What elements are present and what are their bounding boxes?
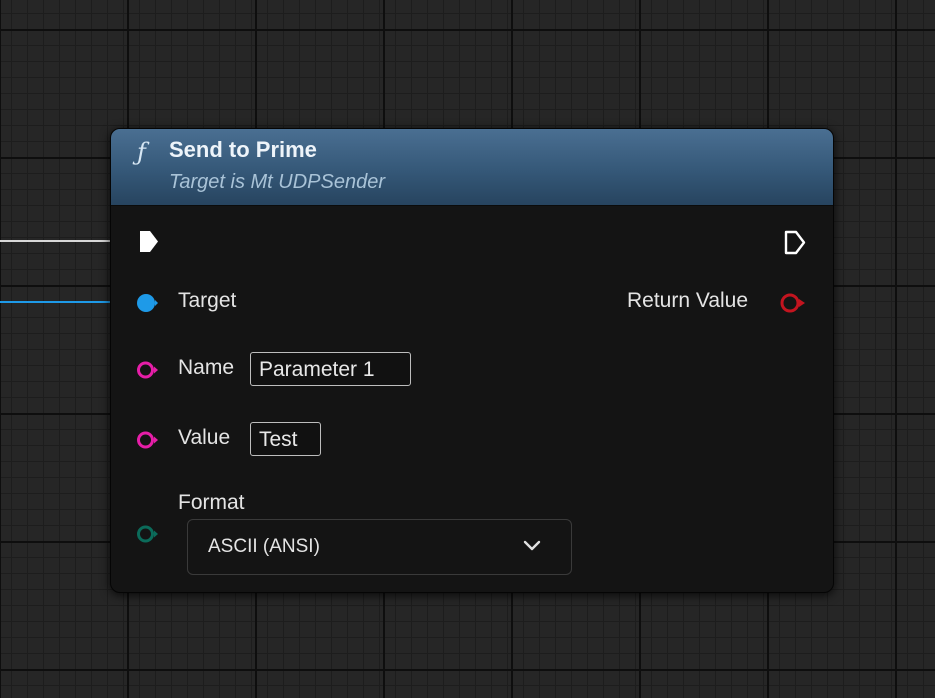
chevron-down-icon xyxy=(523,540,541,551)
return-value-pin-icon[interactable] xyxy=(778,292,806,314)
node-subtitle: Target is Mt UDPSender xyxy=(169,171,386,193)
target-label: Target xyxy=(178,289,237,312)
return-value-label: Return Value xyxy=(627,289,749,312)
format-pin-icon[interactable] xyxy=(136,523,158,545)
name-label: Name xyxy=(178,356,235,379)
exec-input-pin-icon[interactable] xyxy=(138,229,160,254)
target-pin-icon[interactable] xyxy=(136,292,158,314)
exec-output-pin-icon[interactable] xyxy=(783,229,807,256)
value-input[interactable]: Test xyxy=(250,422,321,456)
function-icon: ƒ xyxy=(137,138,146,166)
value-pin-icon[interactable] xyxy=(136,429,158,451)
format-label: Format xyxy=(178,491,245,514)
node-header[interactable]: ƒ Send to Prime Target is Mt UDPSender xyxy=(111,129,833,206)
format-dropdown[interactable]: ASCII (ANSI) xyxy=(187,519,572,575)
format-dropdown-value: ASCII (ANSI) xyxy=(208,536,320,557)
send-to-prime-node[interactable]: ƒ Send to Prime Target is Mt UDPSender T… xyxy=(110,128,834,593)
value-label: Value xyxy=(178,426,231,449)
name-pin-icon[interactable] xyxy=(136,359,158,381)
name-input[interactable]: Parameter 1 xyxy=(250,352,411,386)
node-title: Send to Prime xyxy=(169,137,317,162)
